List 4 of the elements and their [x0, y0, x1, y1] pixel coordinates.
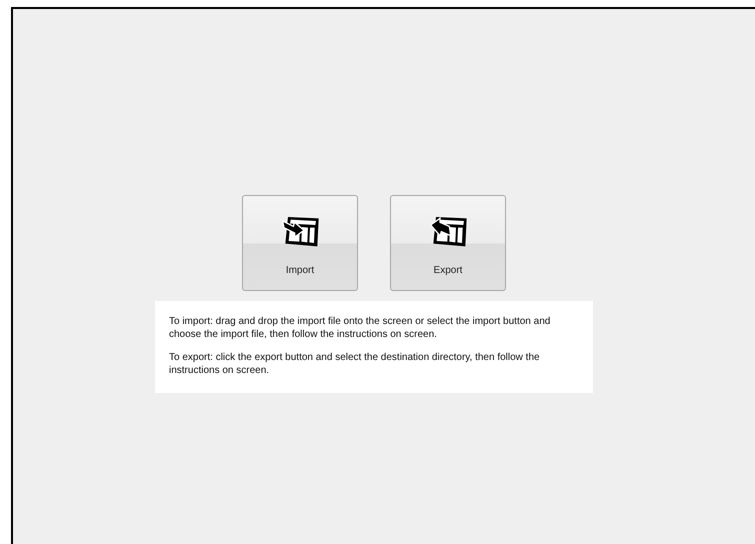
instruction-text: To export: click the export button and select the destination directory, then follow the instructions on screen.	[169, 351, 541, 377]
import-button[interactable]: Import	[242, 195, 358, 291]
export-button[interactable]: Export	[390, 195, 506, 291]
instruction-text: To import: drag and drop the import file onto the screen or select the import button and choose the import file, then follow the instructions on screen.	[169, 315, 552, 341]
